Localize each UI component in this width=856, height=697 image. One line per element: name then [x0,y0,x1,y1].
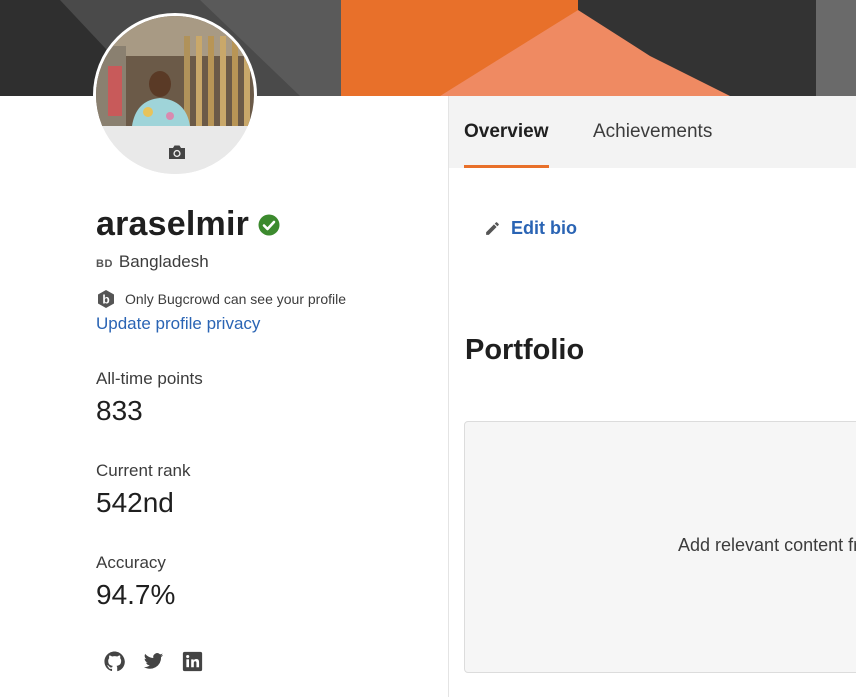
svg-text:b: b [102,293,109,307]
active-tab-indicator [464,165,549,168]
tab-overview[interactable]: Overview [464,96,549,168]
profile-sidebar [0,96,448,697]
stat-label-rank: Current rank [96,461,191,480]
column-divider [448,96,449,697]
username: araselmir [96,205,250,243]
profile-tabs: Overview Achievements [449,96,856,168]
stat-label-accuracy: Accuracy [96,553,166,572]
tab-overview-label: Overview [464,121,549,142]
bugcrowd-logo-icon: b [98,290,114,308]
tab-achievements-label: Achievements [593,121,713,142]
avatar[interactable] [93,13,257,177]
linkedin-icon[interactable] [182,651,203,672]
avatar-photo [96,16,254,126]
country-name: Bangladesh [118,252,209,271]
stat-value-rank: 542nd [96,487,174,518]
tab-achievements[interactable]: Achievements [593,96,712,168]
pencil-icon [486,222,499,235]
social-links [104,651,203,672]
country: BD Bangladesh [96,252,209,272]
username-row: araselmir [96,205,280,244]
privacy-notice: b Only Bugcrowd can see your profile [96,289,346,309]
privacy-text: Only Bugcrowd can see your profile [125,291,346,307]
edit-bio-label: Edit bio [511,218,577,238]
country-code: BD [96,258,113,270]
camera-icon[interactable] [168,144,186,160]
verified-badge-icon [258,214,280,235]
stat-label-points: All-time points [96,369,203,388]
twitter-icon[interactable] [143,651,164,672]
portfolio-empty-state: Add relevant content fr [464,421,856,673]
portfolio-empty-text: Add relevant content fr [678,535,856,555]
github-icon[interactable] [104,651,125,672]
portfolio-title: Portfolio [465,334,585,366]
stat-value-points: 833 [96,395,143,426]
update-privacy-link[interactable]: Update profile privacy [96,314,260,334]
edit-bio-button[interactable]: Edit bio [484,218,577,239]
stat-value-accuracy: 94.7% [96,579,176,610]
